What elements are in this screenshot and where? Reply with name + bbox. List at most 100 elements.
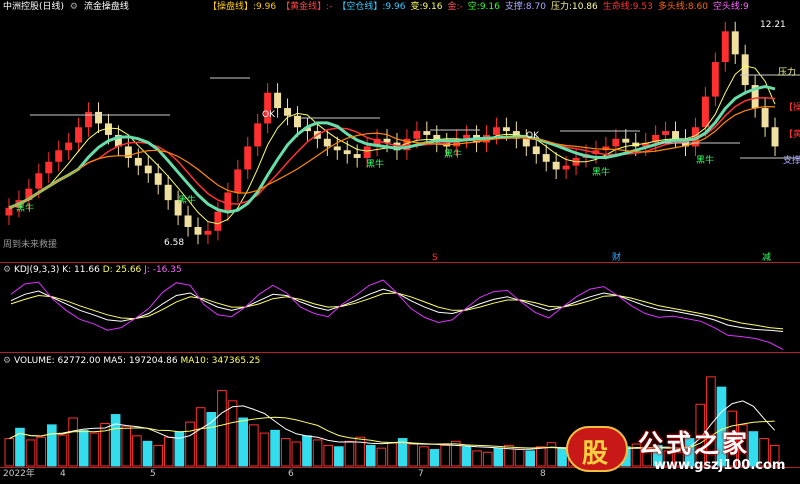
volume-bar <box>68 417 78 467</box>
kdj-k: K: 11.66 <box>62 265 100 275</box>
candle-body <box>333 146 341 151</box>
header-item: 空头线:9 <box>712 2 749 12</box>
header-item: 空:9.16 <box>467 2 500 12</box>
candle-body <box>274 92 282 109</box>
x-axis-month-label: 8 <box>540 469 546 479</box>
candle-body <box>552 161 560 170</box>
volume-bar <box>174 431 185 467</box>
title-bar: 中洲控股(日线) ⚙ 流金操盘线 <box>3 2 129 13</box>
volume-bar <box>482 451 493 467</box>
volume-bar <box>514 449 525 467</box>
heiniu-signal-5: 黑牛 <box>592 168 611 178</box>
vol-ma5: MA5: 197204.86 <box>103 356 178 366</box>
volume-bar <box>206 412 217 467</box>
volume-bar <box>25 439 36 467</box>
candle-body <box>284 108 292 116</box>
x-axis-month-label: 5 <box>150 469 156 479</box>
x-axis-month-label: 7 <box>418 469 424 479</box>
logo-badge: 股 <box>566 426 628 472</box>
period-label: 周到未来救援 <box>3 240 58 250</box>
candle-body <box>363 146 371 158</box>
kdj-d: D: 25.66 <box>102 265 142 275</box>
s-marker: S <box>432 253 438 263</box>
volume-bar <box>227 400 238 467</box>
candle-body <box>672 131 680 139</box>
volume-bar <box>312 439 323 467</box>
heiniu-signal-6: 黑牛 <box>696 156 715 166</box>
candle-body <box>95 111 102 124</box>
high-price-label: 12.21 <box>760 20 786 30</box>
candle-body <box>771 127 779 147</box>
volume-bar <box>344 440 355 467</box>
heiniu-signal-1: 黑牛 <box>16 204 35 214</box>
header-item: 金:- <box>447 2 463 12</box>
kdj-j: J: -16.35 <box>144 265 182 275</box>
volume-bar <box>334 446 344 467</box>
candle-body <box>144 165 152 174</box>
volume-bar <box>47 424 57 467</box>
candle-body <box>75 127 83 143</box>
candle-body <box>711 62 719 97</box>
chart-svg <box>4 21 800 467</box>
header-item: 变:9.16 <box>410 2 443 12</box>
volume-bar <box>376 447 387 467</box>
life-line <box>8 96 776 209</box>
x-axis-month-label: 4 <box>60 469 66 479</box>
volume-bar <box>536 446 546 467</box>
volume-bar <box>429 449 440 467</box>
candle-body <box>5 207 13 216</box>
header-item: 支撑:8.70 <box>504 2 546 12</box>
candle-body <box>164 184 172 201</box>
vol-name: VOLUME: 62772.00 <box>13 356 101 366</box>
candle-body <box>612 138 620 147</box>
candle-body <box>214 211 222 231</box>
stock-name[interactable]: 中洲控股(日线) <box>3 2 64 12</box>
candle-body <box>244 146 252 170</box>
volume-bar <box>461 446 472 467</box>
volume-bar <box>525 450 536 467</box>
candle-body <box>741 54 749 86</box>
header-item: 【空仓线】:9.96 <box>337 2 406 12</box>
divider-kdj-vol <box>0 352 800 353</box>
candle-body <box>492 127 500 135</box>
x-axis-year: 2022年 <box>3 469 35 479</box>
candle-body <box>45 161 53 174</box>
volume-bar <box>78 429 89 467</box>
volume-bar <box>493 447 504 467</box>
low-price-label: 6.58 <box>164 238 185 248</box>
formula-name[interactable]: 流金操盘线 <box>84 2 129 12</box>
volume-bar <box>408 443 419 467</box>
header-item: 压力:10.86 <box>550 2 598 12</box>
divider-main-kdj <box>0 262 800 263</box>
candle-body <box>701 96 709 128</box>
volume-bar <box>419 446 429 467</box>
huangjin-label: 【黄 <box>784 130 800 140</box>
vol-icon[interactable]: ⚙ <box>3 356 11 366</box>
candle-body <box>662 131 670 135</box>
volume-bar <box>132 435 142 467</box>
settings-icon[interactable]: ⚙ <box>70 2 78 12</box>
kdj-header: ⚙ KDJ(9,3,3) K: 11.66 D: 25.66 J: -16.35 <box>3 265 182 276</box>
candle-body <box>294 115 301 128</box>
volume-bar <box>185 421 195 467</box>
chart-stage <box>0 0 800 481</box>
volume-bar <box>57 434 68 467</box>
header-item: 多头线:8.60 <box>657 2 708 12</box>
candle-body <box>562 165 570 170</box>
candle-body <box>204 230 212 235</box>
candle-body <box>542 154 550 162</box>
header-item: 生命线:9.53 <box>602 2 653 12</box>
candle-body <box>761 108 769 128</box>
candle-body <box>55 150 63 162</box>
header-item: 【操盘线】:9.96 <box>208 2 277 12</box>
candle-body <box>721 31 729 63</box>
candle-body <box>353 154 361 158</box>
volume-bar <box>355 436 365 467</box>
volume-bar <box>323 444 334 467</box>
candle-body <box>731 31 739 55</box>
kdj-icon[interactable]: ⚙ <box>3 265 11 275</box>
volume-bar <box>153 444 163 467</box>
heiniu-signal-2: 黑牛 <box>178 196 197 206</box>
trend-band <box>8 84 776 214</box>
jian-marker: 减 <box>762 253 772 263</box>
